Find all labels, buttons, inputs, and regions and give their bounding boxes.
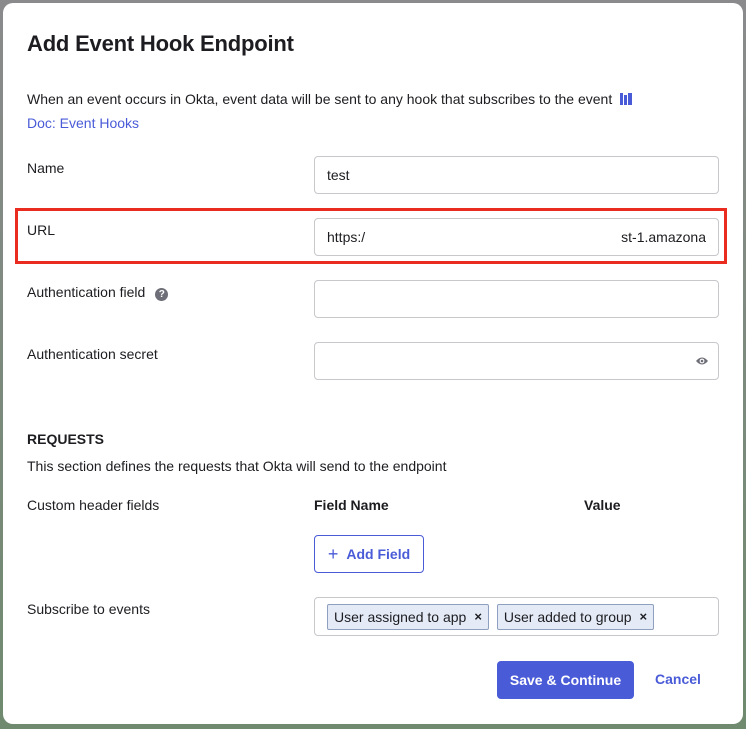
plus-icon: + [327,544,339,564]
add-field-button[interactable]: + Add Field [314,535,424,573]
auth-field-label-text: Authentication field [27,284,146,300]
auth-field-input[interactable] [314,280,719,318]
question-circle-icon[interactable]: ? [155,288,169,301]
add-event-hook-modal: Add Event Hook Endpoint When an event oc… [3,3,743,724]
cancel-button[interactable]: Cancel [655,671,701,687]
url-input-value-tail: st-1.amazona [621,229,706,245]
subscribe-events-label: Subscribe to events [27,601,150,617]
event-chip-user-added-to-group: User added to group × [496,603,655,630]
modal-title: Add Event Hook Endpoint [27,31,294,56]
url-label: URL [27,222,56,238]
url-input-value: https:/ [327,229,366,245]
requests-section-title: REQUESTS [27,431,105,447]
custom-header-fields-label: Custom header fields [27,497,160,513]
auth-secret-input[interactable] [314,342,719,380]
event-chip-user-assigned-to-app: User assigned to app × [327,603,489,630]
requests-section-description: This section defines the requests that O… [27,458,447,474]
add-field-label: Add Field [346,546,411,562]
book-icon [620,93,633,105]
field-name-column-header: Field Name [314,497,389,513]
name-input[interactable]: test [314,156,719,194]
name-label: Name [27,160,65,176]
doc-event-hooks-link[interactable]: Doc: Event Hooks [27,115,139,131]
remove-chip-icon[interactable]: × [474,609,482,624]
save-continue-button[interactable]: Save & Continue [497,661,634,699]
subscribe-events-input[interactable]: User assigned to app × User added to gro… [314,597,719,636]
auth-field-label: Authentication field? [27,284,169,301]
value-column-header: Value [584,497,621,513]
name-input-value: test [327,167,350,183]
intro-paragraph: When an event occurs in Okta, event data… [27,87,727,135]
event-chip-label: User assigned to app [334,608,467,625]
event-chip-label: User added to group [503,608,632,625]
eye-icon[interactable] [695,355,709,367]
intro-text: When an event occurs in Okta, event data… [27,91,613,107]
url-input[interactable]: https:/ st-1.amazona [314,218,719,256]
auth-secret-label: Authentication secret [27,346,158,362]
remove-chip-icon[interactable]: × [640,609,648,624]
